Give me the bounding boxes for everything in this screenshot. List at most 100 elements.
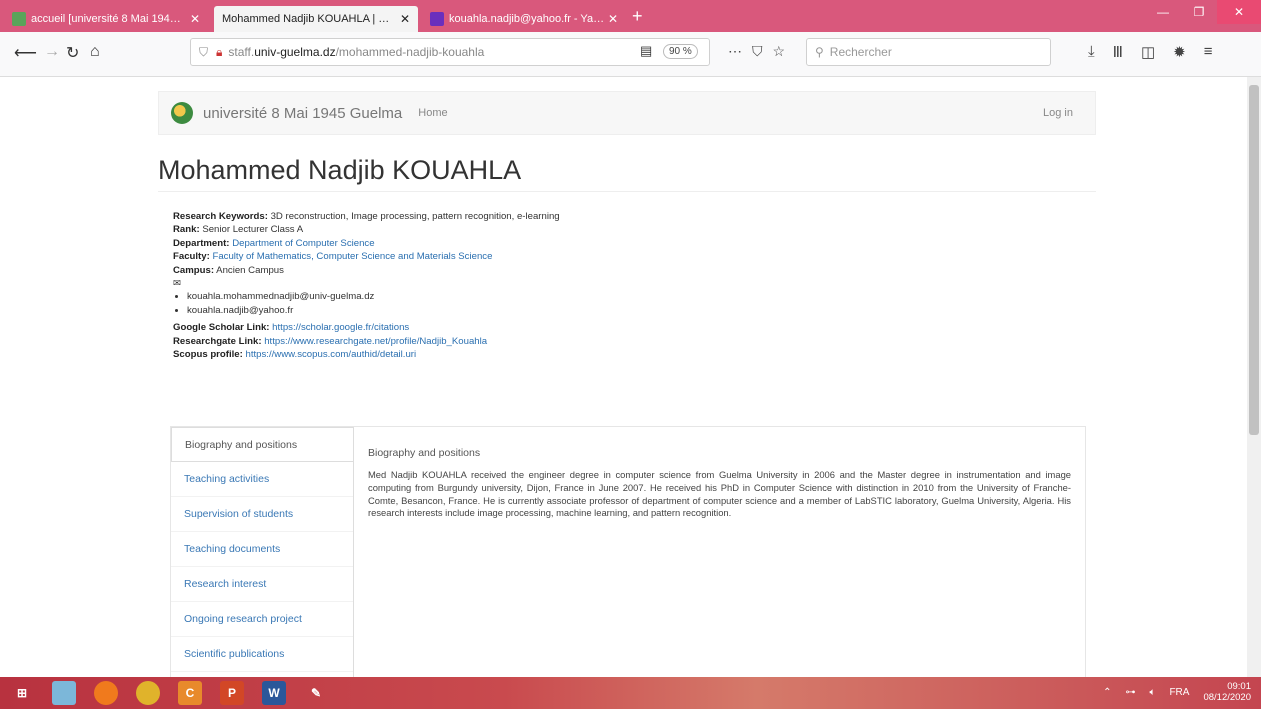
tab-yahoo-mail[interactable]: kouahla.nadjib@yahoo.fr - Ya… ✕ [422,6,626,32]
sidebar-icon[interactable]: ◫ [1141,43,1155,61]
page-scrollbar[interactable] [1247,77,1261,677]
powerpoint-icon[interactable]: P [220,681,244,705]
firefox-icon[interactable] [94,681,118,705]
clock[interactable]: 09:01 08/12/2020 [1203,681,1251,703]
window-close-icon[interactable]: ✕ [1217,0,1261,24]
tab-ongoing-research[interactable]: Ongoing research project [171,602,353,637]
browser-titlebar: accueil [université 8 Mai 194… ✕ Mohamme… [0,0,1261,32]
scholar-link[interactable]: https://scholar.google.fr/citations [272,322,409,333]
rank-value: Senior Lecturer Class A [199,224,304,236]
tab-biography[interactable]: Biography and positions [171,427,353,462]
tray-arrow-icon[interactable]: ⌃ [1103,687,1111,698]
pocket-icon[interactable]: ⛉ [752,43,773,59]
campus-row: Campus: Ancien Campus [173,264,560,277]
scopus-link[interactable]: https://www.scopus.com/authid/detail.uri [246,349,417,360]
library-icon[interactable]: Ⅲ [1113,43,1123,61]
extension-icon[interactable]: ✹ [1173,43,1186,61]
language-indicator[interactable]: FRA [1169,687,1189,698]
faculty-link[interactable]: Faculty of Mathematics, Computer Science… [212,251,492,262]
divider [158,191,1096,192]
search-bar[interactable]: ⚲ Rechercher [806,38,1051,66]
tab-panel: Biography and positions Med Nadjib KOUAH… [353,427,1085,677]
clock-time: 09:01 [1227,681,1251,692]
university-logo-icon[interactable] [171,102,193,124]
panel-title: Biography and positions [368,447,481,459]
tab-supervision[interactable]: Supervision of students [171,497,353,532]
close-tab-icon[interactable]: ✕ [400,12,410,26]
taskbar: ⊞ C P W ✎ ⌃ ⊶ 🔈︎ FRA 09:01 08/12/2020 [0,677,1261,709]
tab-title: accueil [université 8 Mai 194… [31,13,181,25]
more-actions-icon[interactable]: ⋯ [728,43,752,59]
paint-icon[interactable]: ✎ [304,681,328,705]
browser-navbar: ⟵ → ↻ ⌂ ⛉ 🔒︎ staff. univ-guelma.dz/mohamm… [0,32,1261,77]
scopus-row: Scopus profile: https://www.scopus.com/a… [173,348,560,361]
close-tab-icon[interactable]: ✕ [190,12,200,26]
campus-label: Campus: [173,264,215,276]
search-placeholder: Rechercher [829,45,892,59]
volume-icon[interactable]: 🔈︎ [1149,687,1155,698]
tab-publications[interactable]: Scientific publications [171,637,353,672]
url-bar[interactable]: ⛉ 🔒︎ staff. univ-guelma.dz/mohammed-nadji… [190,38,710,66]
lock-icon[interactable]: 🔒︎ [216,45,222,60]
bookmark-star-icon[interactable]: ☆ [773,43,796,59]
tab-title: Mohammed Nadjib KOUAHLA | … [222,13,390,25]
home-icon[interactable]: ⌂ [90,43,100,61]
side-tab-list: Biography and positions Teaching activit… [171,427,353,672]
home-link[interactable]: Home [418,107,447,119]
keywords-row: Research Keywords: 3D reconstruction, Im… [173,210,560,223]
researchgate-row: Researchgate Link: https://www.researchg… [173,335,560,348]
menu-icon[interactable]: ≡ [1204,43,1213,61]
zoom-level[interactable]: 90 % [663,44,698,59]
window-controls: — ❐ ✕ [1145,0,1261,28]
tab-research-interest[interactable]: Research interest [171,567,353,602]
login-link[interactable]: Log in [1043,107,1073,119]
word-icon[interactable]: W [262,681,286,705]
tab-teaching-activities[interactable]: Teaching activities [171,462,353,497]
rank-row: Rank: Senior Lecturer Class A [173,223,560,236]
email-item[interactable]: kouahla.nadjib@yahoo.fr [187,304,560,317]
tab-profile[interactable]: Mohammed Nadjib KOUAHLA | … ✕ [214,6,418,32]
chrome-icon[interactable] [136,681,160,705]
biography-text: Med Nadjib KOUAHLA received the engineer… [368,469,1071,519]
profile-info: Research Keywords: 3D reconstruction, Im… [173,210,560,361]
toolbar-right: ⤓ Ⅲ ◫ ✹ ≡ [1088,43,1213,61]
reader-view-icon[interactable]: ▤ [640,43,652,59]
windows-start-icon[interactable]: ⊞ [10,681,34,705]
mail-favicon-icon [430,12,444,26]
file-explorer-icon[interactable] [52,681,76,705]
email-list: kouahla.mohammednadjib@univ-guelma.dz ko… [173,290,560,317]
faculty-label: Faculty: [173,251,210,263]
department-row: Department: Department of Computer Scien… [173,237,560,250]
orange-app-icon[interactable]: C [178,681,202,705]
keywords-label: Research Keywords: [173,211,268,222]
scholar-label: Google Scholar Link: [173,322,270,334]
reload-icon[interactable]: ↻ [66,43,79,63]
scopus-label: Scopus profile: [173,349,243,361]
search-icon: ⚲ [815,45,824,59]
minimize-icon[interactable]: — [1145,0,1181,24]
campus-value: Ancien Campus [214,264,284,276]
page-actions: ⋯⛉☆ [728,43,795,60]
department-link[interactable]: Department of Computer Science [232,238,374,249]
site-brand[interactable]: université 8 Mai 1945 Guelma [203,105,402,122]
close-tab-icon[interactable]: ✕ [608,12,618,26]
tab-teaching-documents[interactable]: Teaching documents [171,532,353,567]
researchgate-link[interactable]: https://www.researchgate.net/profile/Nad… [264,336,487,347]
envelope-icon: ✉ [173,278,182,290]
clock-date: 08/12/2020 [1203,692,1251,703]
back-icon[interactable]: ⟵ [14,43,37,63]
email-item[interactable]: kouahla.mohammednadjib@univ-guelma.dz [187,290,560,303]
url-prefix: staff. [228,45,255,59]
scholar-row: Google Scholar Link: https://scholar.goo… [173,321,560,334]
network-icon[interactable]: ⊶ [1125,687,1135,698]
forward-icon[interactable]: → [44,43,60,61]
new-tab-icon[interactable]: + [632,6,643,27]
site-favicon-icon [12,12,26,26]
tab-title: kouahla.nadjib@yahoo.fr - Ya… [449,13,604,25]
shield-icon[interactable]: ⛉ [199,45,208,60]
scrollbar-thumb[interactable] [1249,85,1259,435]
tab-accueil[interactable]: accueil [université 8 Mai 194… ✕ [4,6,208,32]
maximize-icon[interactable]: ❐ [1181,0,1217,24]
downloads-icon[interactable]: ⤓ [1088,43,1095,61]
page-content: université 8 Mai 1945 Guelma Home Log in… [0,77,1247,677]
